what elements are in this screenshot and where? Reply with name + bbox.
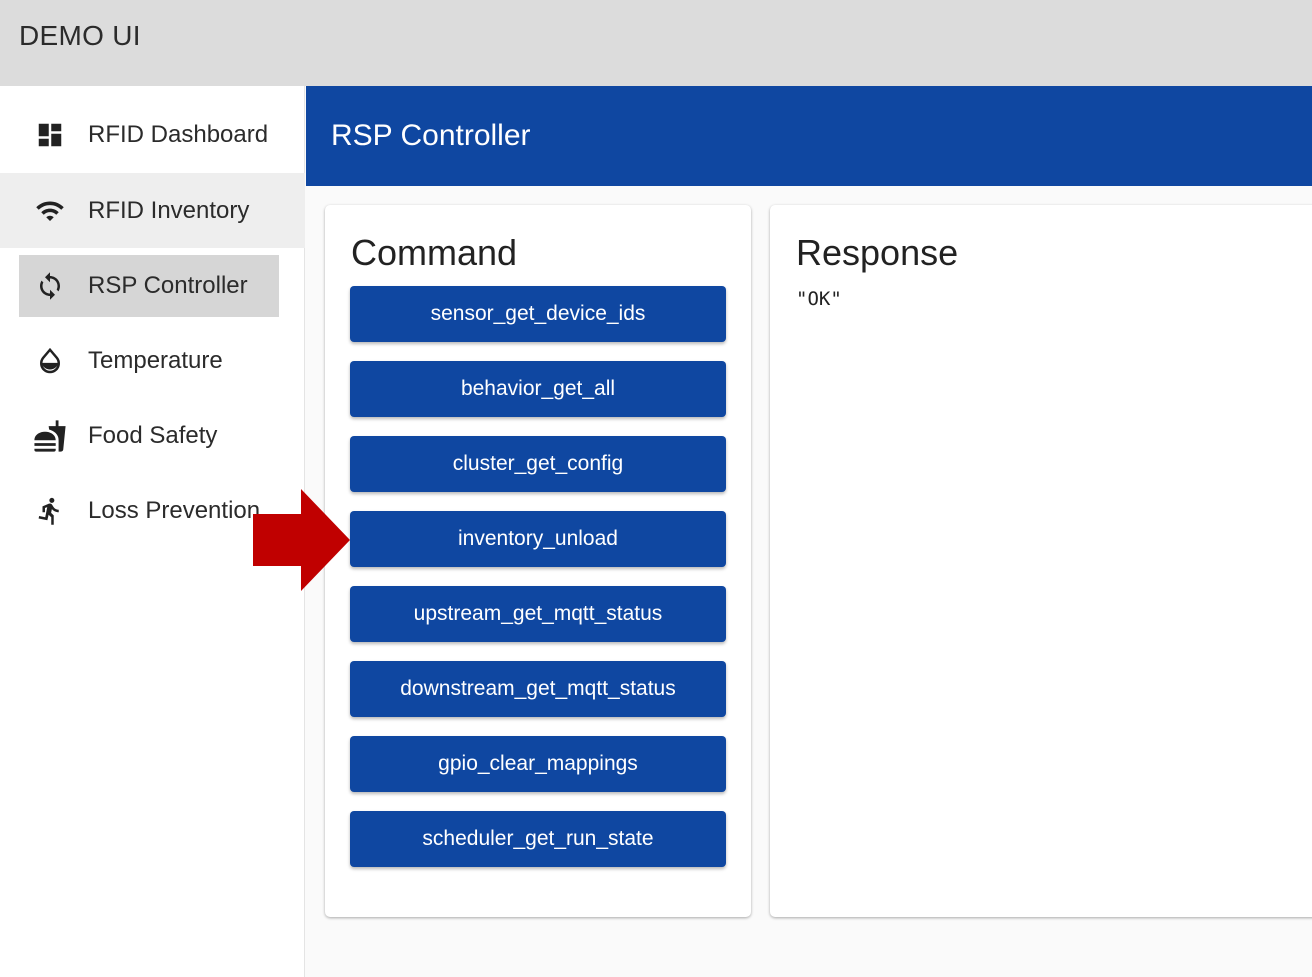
command-heading: Command (351, 232, 518, 273)
top-app-bar: DEMO UI (0, 0, 1312, 86)
sidebar-item-label: Temperature (88, 347, 223, 374)
drop-icon (33, 344, 67, 378)
sidebar-item-rsp-controller[interactable]: RSP Controller (19, 255, 279, 317)
sidebar-item-label: Food Safety (88, 422, 218, 449)
sidebar-item-temperature[interactable]: Temperature (0, 330, 305, 392)
app-title: DEMO UI (19, 20, 141, 51)
red-arrow-annotation (253, 489, 350, 591)
upstream-get-mqtt-status-button[interactable]: upstream_get_mqtt_status (350, 586, 726, 642)
wifi-icon (33, 194, 67, 228)
command-card: Command sensor_get_device_ids behavior_g… (325, 205, 751, 917)
sidebar-item-label: Loss Prevention (88, 497, 261, 524)
dashboard-icon (33, 118, 67, 152)
inventory-unload-button[interactable]: inventory_unload (350, 511, 726, 567)
sync-icon (33, 269, 67, 303)
sidebar-item-label: RSP Controller (88, 272, 248, 299)
running-person-icon (33, 494, 67, 528)
behavior-get-all-button[interactable]: behavior_get_all (350, 361, 726, 417)
page-title: RSP Controller (331, 119, 531, 152)
sensor-get-device-ids-button[interactable]: sensor_get_device_ids (350, 286, 726, 342)
sidebar-item-food-safety[interactable]: Food Safety (0, 405, 305, 467)
sidebar-item-label: RFID Dashboard (88, 121, 269, 148)
response-heading: Response (796, 232, 959, 273)
response-output: "OK" (796, 288, 842, 310)
sidebar-item-label: RFID Inventory (88, 196, 250, 224)
fastfood-icon (33, 419, 67, 453)
sidebar-item-rfid-inventory[interactable]: RFID Inventory (0, 173, 305, 248)
scheduler-get-run-state-button[interactable]: scheduler_get_run_state (350, 811, 726, 867)
gpio-clear-mappings-button[interactable]: gpio_clear_mappings (350, 736, 726, 792)
cluster-get-config-button[interactable]: cluster_get_config (350, 436, 726, 492)
page-header: RSP Controller (306, 86, 1312, 186)
response-card: Response "OK" (770, 205, 1312, 917)
downstream-get-mqtt-status-button[interactable]: downstream_get_mqtt_status (350, 661, 726, 717)
sidebar-item-rfid-dashboard[interactable]: RFID Dashboard (0, 104, 305, 166)
